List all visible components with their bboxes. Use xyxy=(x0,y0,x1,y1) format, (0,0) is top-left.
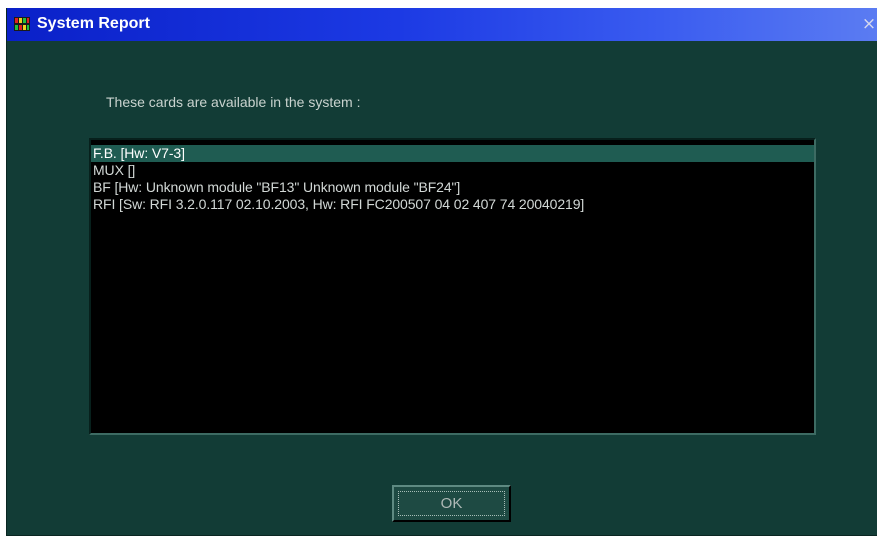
cards-listbox[interactable]: F.B. [Hw: V7-3] MUX [] BF [Hw: Unknown m… xyxy=(89,138,816,435)
close-icon[interactable]: × xyxy=(860,14,877,34)
list-item[interactable]: BF [Hw: Unknown module "BF13" Unknown mo… xyxy=(91,179,814,196)
cards-prompt: These cards are available in the system … xyxy=(106,94,361,110)
ok-button-label: OK xyxy=(440,495,463,512)
list-item[interactable]: MUX [] xyxy=(91,162,814,179)
window-title: System Report xyxy=(37,15,150,32)
list-item[interactable]: RFI [Sw: RFI 3.2.0.117 02.10.2003, Hw: R… xyxy=(91,196,814,213)
title-bar[interactable]: System Report × xyxy=(7,8,877,41)
system-report-window: System Report × These cards are availabl… xyxy=(6,8,877,536)
list-item[interactable]: F.B. [Hw: V7-3] xyxy=(91,145,814,162)
ok-button[interactable]: OK xyxy=(392,485,511,522)
app-icon xyxy=(14,17,30,31)
